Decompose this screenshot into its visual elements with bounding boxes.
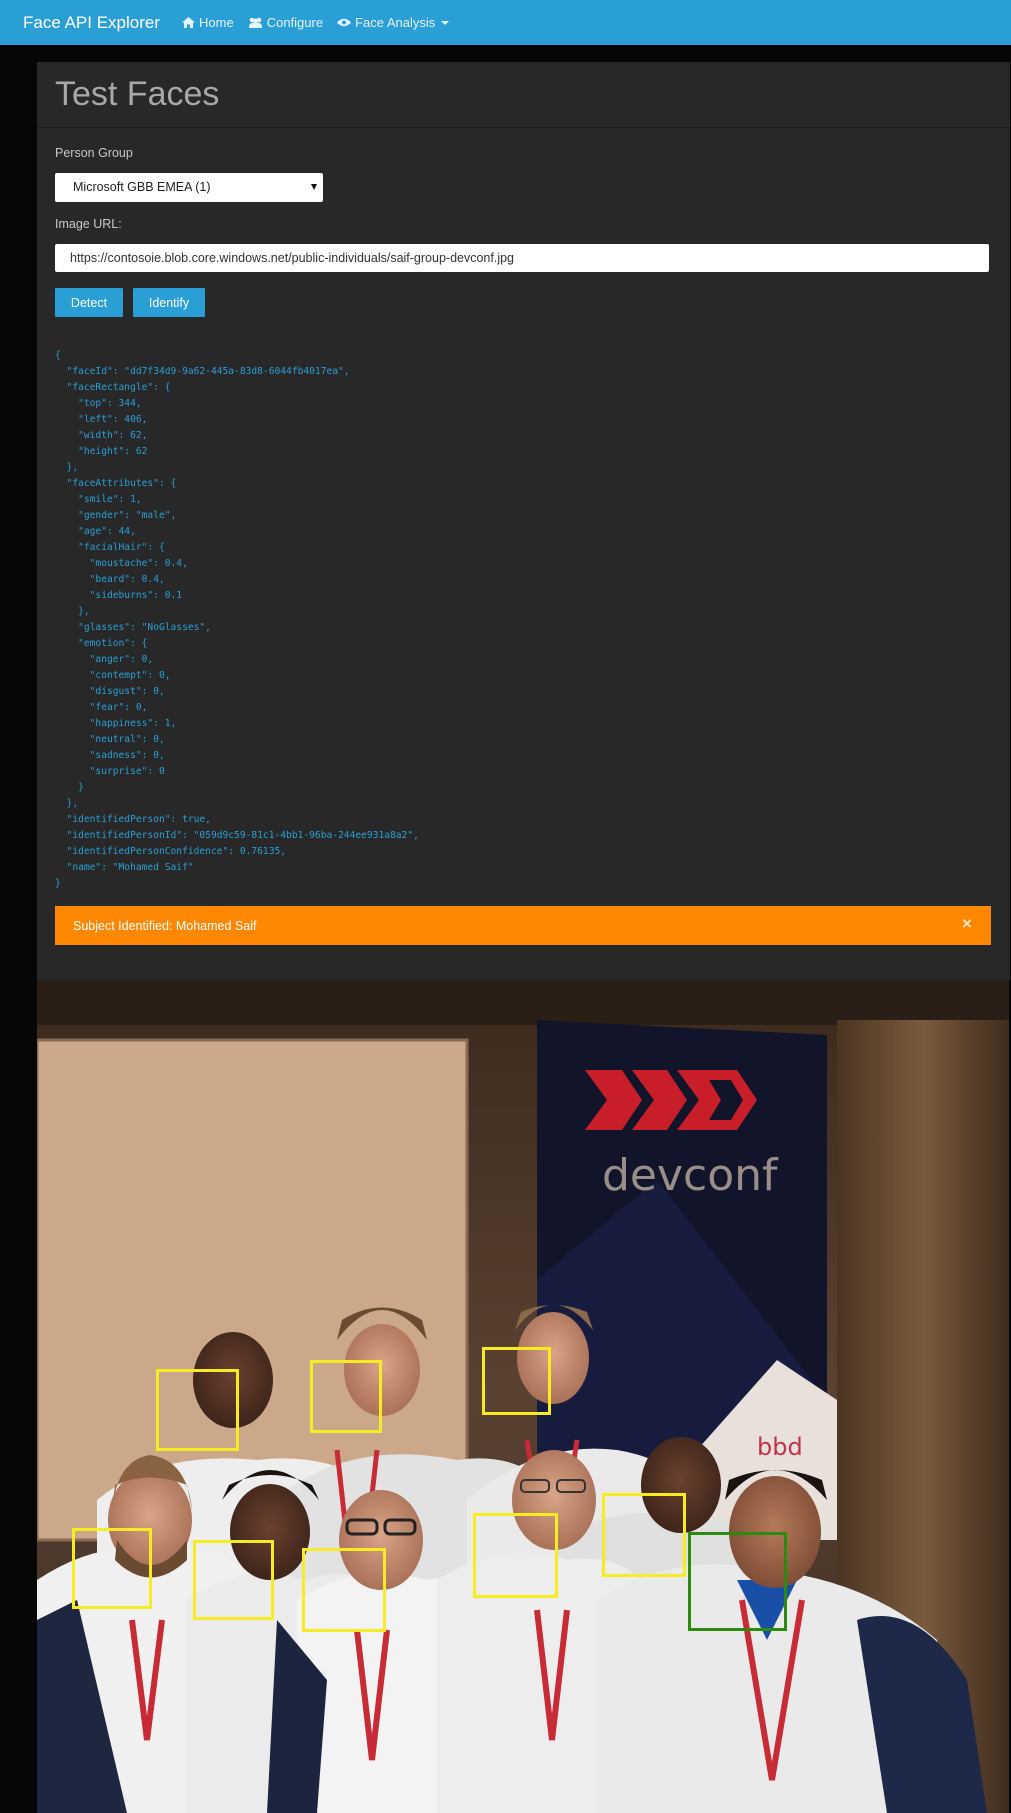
- identified-face-box[interactable]: [688, 1532, 787, 1631]
- image-url-label: Image URL:: [55, 217, 122, 231]
- nav-home[interactable]: Home: [182, 15, 234, 30]
- chevron-down-icon: [441, 20, 450, 25]
- sponsor-logo: bbd: [757, 1433, 803, 1461]
- test-faces-panel: Test Faces Person Group Microsoft GBB EM…: [37, 62, 1010, 980]
- users-icon: [248, 17, 262, 28]
- group-photo: devconf bbd: [37, 980, 1009, 1813]
- home-icon: [182, 17, 196, 28]
- face-box[interactable]: [482, 1347, 551, 1415]
- page-title: Test Faces: [55, 75, 220, 113]
- panel-header: Test Faces: [37, 62, 1010, 128]
- alert-text: Subject Identified: Mohamed Saif: [73, 918, 257, 933]
- eye-icon: [337, 18, 352, 27]
- face-box[interactable]: [473, 1513, 558, 1598]
- face-box[interactable]: [156, 1369, 239, 1451]
- nav-configure-label: Configure: [266, 15, 324, 30]
- face-box[interactable]: [193, 1540, 274, 1620]
- face-box[interactable]: [72, 1528, 152, 1609]
- detect-button[interactable]: Detect: [55, 288, 123, 317]
- person-group-select[interactable]: Microsoft GBB EMEA (1): [55, 173, 323, 202]
- nav-face-analysis-dropdown[interactable]: Face Analysis: [337, 15, 450, 30]
- banner-brand: devconf: [602, 1150, 779, 1201]
- person-group-label: Person Group: [55, 146, 133, 160]
- face-box[interactable]: [602, 1493, 686, 1577]
- person-group-value: Microsoft GBB EMEA (1): [73, 180, 211, 194]
- face-box[interactable]: [310, 1360, 382, 1433]
- image-url-input[interactable]: https://contosoie.blob.core.windows.net/…: [55, 244, 989, 272]
- nav-configure[interactable]: Configure: [248, 15, 323, 30]
- identify-button[interactable]: Identify: [133, 288, 205, 317]
- nav-face-analysis-label: Face Analysis: [355, 15, 436, 30]
- select-arrow-icon: [311, 184, 317, 190]
- banner-logo: [585, 1070, 757, 1130]
- result-json: { "faceId": "dd7f34d9-9a62-445a-83d8-604…: [55, 350, 419, 889]
- face-box[interactable]: [302, 1548, 386, 1632]
- nav-home-label: Home: [199, 15, 234, 30]
- navbar: Face API Explorer Home Configure Face An…: [0, 0, 1011, 45]
- brand-link[interactable]: Face API Explorer: [23, 13, 160, 33]
- image-url-value: https://contosoie.blob.core.windows.net/…: [70, 251, 515, 265]
- identified-alert: Subject Identified: Mohamed Saif ×: [55, 906, 991, 945]
- close-icon[interactable]: ×: [961, 915, 973, 932]
